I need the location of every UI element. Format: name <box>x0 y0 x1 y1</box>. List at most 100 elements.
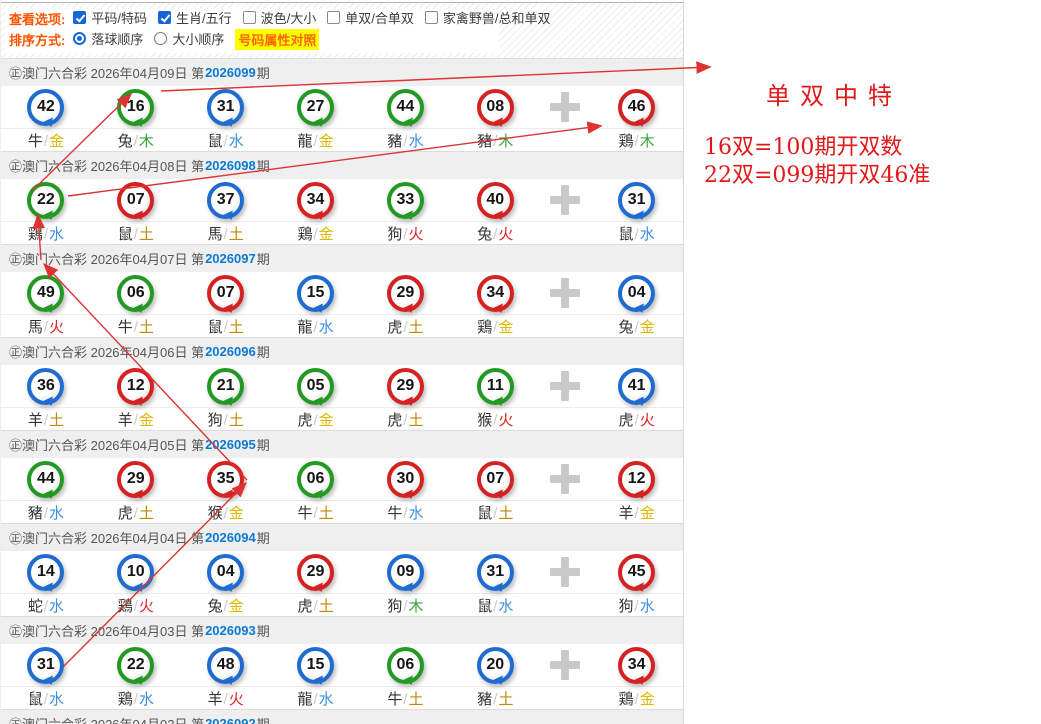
radio-unselected[interactable] <box>154 32 167 45</box>
zodiac-text: 龍 <box>297 319 312 336</box>
ball-cell: 10 <box>91 554 181 591</box>
label-slash: / <box>313 505 317 522</box>
lottery-ball: 29 <box>387 368 424 405</box>
zodiac-text: 狗 <box>619 598 634 615</box>
draw-block: ㊣澳门六合彩 2026年04月05日 第2026095期442935063007… <box>1 430 683 523</box>
lottery-ball: 08 <box>477 89 514 126</box>
ball-cell: 07 <box>181 275 271 312</box>
zodiac-text: 猴 <box>477 412 492 429</box>
label-slash: / <box>134 133 138 150</box>
options-band: 查看选项: 平码/特码生肖/五行波色/大小单双/合单双家禽野兽/总和单双 排序方… <box>1 2 683 58</box>
checkbox-unchecked[interactable] <box>243 11 256 24</box>
lottery-ball: 49 <box>27 275 64 312</box>
zodiac-element-label: 蛇/水 <box>28 595 64 616</box>
label-slash: / <box>635 133 639 150</box>
plus-cell <box>540 371 590 401</box>
element-text: 火 <box>498 226 513 243</box>
special-ball-cell: 12 <box>590 461 683 498</box>
zodiac-element-label: 虎/火 <box>619 409 655 430</box>
ball-cell: 21 <box>181 368 271 405</box>
zodiac-element-label: 鼠/水 <box>208 130 244 151</box>
plus-icon <box>550 185 580 215</box>
ball-cell: 14 <box>1 554 91 591</box>
zodiac-element-label: 虎/土 <box>297 595 333 616</box>
ball-cell: 07 <box>91 182 181 219</box>
label-slash: / <box>493 412 497 429</box>
zodiac-element-label: 龍/水 <box>297 688 333 709</box>
lottery-ball: 14 <box>27 554 64 591</box>
checkbox-label: 平码/特码 <box>91 8 147 27</box>
zodiac-element-label: 狗/土 <box>208 409 244 430</box>
checkbox-label: 单双/合单双 <box>345 8 414 27</box>
special-label-cell: 虎/火 <box>590 409 683 430</box>
annotation-title: 单双中特 <box>766 76 902 111</box>
ball-cell: 42 <box>1 89 91 126</box>
ball-cell: 12 <box>91 368 181 405</box>
special-ball-cell: 45 <box>590 554 683 591</box>
radio-selected[interactable] <box>73 32 86 45</box>
view-option: 生肖/五行 <box>158 8 232 27</box>
annotation-note-line: 16双=100期开双数 <box>704 134 930 162</box>
element-text: 金 <box>319 133 334 150</box>
ball-cell: 29 <box>91 461 181 498</box>
plus-icon <box>550 92 580 122</box>
ball-cell: 44 <box>1 461 91 498</box>
label-cell: 牛/金 <box>1 130 91 151</box>
label-slash: / <box>224 691 228 708</box>
draw-block: ㊣澳门六合彩 2026年04月07日 第2026097期490607152934… <box>1 244 683 337</box>
labels-row: 牛/金兔/木鼠/水龍/金豬/水豬/木鶏/木 <box>1 128 683 151</box>
lottery-ball: 48 <box>207 647 244 684</box>
balls-row: 14100429093145 <box>1 551 683 593</box>
zodiac-text: 鶏 <box>619 133 634 150</box>
zodiac-element-label: 羊/金 <box>619 502 655 523</box>
label-cell: 鼠/水 <box>1 688 91 709</box>
lottery-ball: 15 <box>297 647 334 684</box>
ball-cell: 22 <box>1 182 91 219</box>
checkbox-group: 平码/特码生肖/五行波色/大小单双/合单双家禽野兽/总和单双 <box>73 8 561 29</box>
label-slash: / <box>403 133 407 150</box>
draw-period-suffix: 期 <box>257 621 270 640</box>
element-text: 水 <box>319 319 334 336</box>
label-cell: 牛/土 <box>91 316 181 337</box>
checkbox-label: 生肖/五行 <box>176 8 232 27</box>
lottery-ball: 46 <box>618 89 655 126</box>
checkbox-checked[interactable] <box>158 11 171 24</box>
zodiac-text: 豬 <box>28 505 43 522</box>
lottery-ball: 12 <box>618 461 655 498</box>
zodiac-element-label: 狗/水 <box>619 595 655 616</box>
labels-row: 羊/土羊/金狗/土虎/金虎/土猴/火虎/火 <box>1 407 683 430</box>
zodiac-text: 羊 <box>28 412 43 429</box>
balls-row: 22073734334031 <box>1 179 683 221</box>
checkbox-unchecked[interactable] <box>425 11 438 24</box>
ball-cell: 15 <box>271 275 361 312</box>
zodiac-element-label: 羊/土 <box>28 409 64 430</box>
element-text: 水 <box>640 226 655 243</box>
zodiac-text: 牛 <box>297 505 312 522</box>
label-slash: / <box>44 412 48 429</box>
zodiac-element-label: 猴/火 <box>477 409 513 430</box>
lottery-ball: 33 <box>387 182 424 219</box>
label-slash: / <box>493 226 497 243</box>
zodiac-element-label: 猴/金 <box>208 502 244 523</box>
zodiac-element-label: 豬/水 <box>28 502 64 523</box>
zodiac-text: 鼠 <box>118 226 133 243</box>
zodiac-text: 兔 <box>619 319 634 336</box>
draw-block: ㊣澳门六合彩 2026年04月09日 第2026099期421631274408… <box>1 58 683 151</box>
label-cell: 兔/火 <box>450 223 540 244</box>
element-text: 金 <box>319 412 334 429</box>
zodiac-element-label: 鼠/水 <box>477 595 513 616</box>
lottery-ball: 06 <box>117 275 154 312</box>
draw-period: 2026097 <box>205 251 256 266</box>
label-cell: 兔/金 <box>181 595 271 616</box>
element-text: 金 <box>498 319 513 336</box>
draw-block: ㊣澳门六合彩 2026年04月06日 第2026096期361221052911… <box>1 337 683 430</box>
checkbox-unchecked[interactable] <box>327 11 340 24</box>
special-ball-cell: 34 <box>590 647 683 684</box>
number-attribute-link[interactable]: 号码属性对照 <box>235 29 319 50</box>
ball-cell: 07 <box>450 461 540 498</box>
label-cell: 鼠/土 <box>181 316 271 337</box>
checkbox-checked[interactable] <box>73 11 86 24</box>
draw-period-suffix: 期 <box>257 156 270 175</box>
label-slash: / <box>313 412 317 429</box>
label-slash: / <box>635 691 639 708</box>
